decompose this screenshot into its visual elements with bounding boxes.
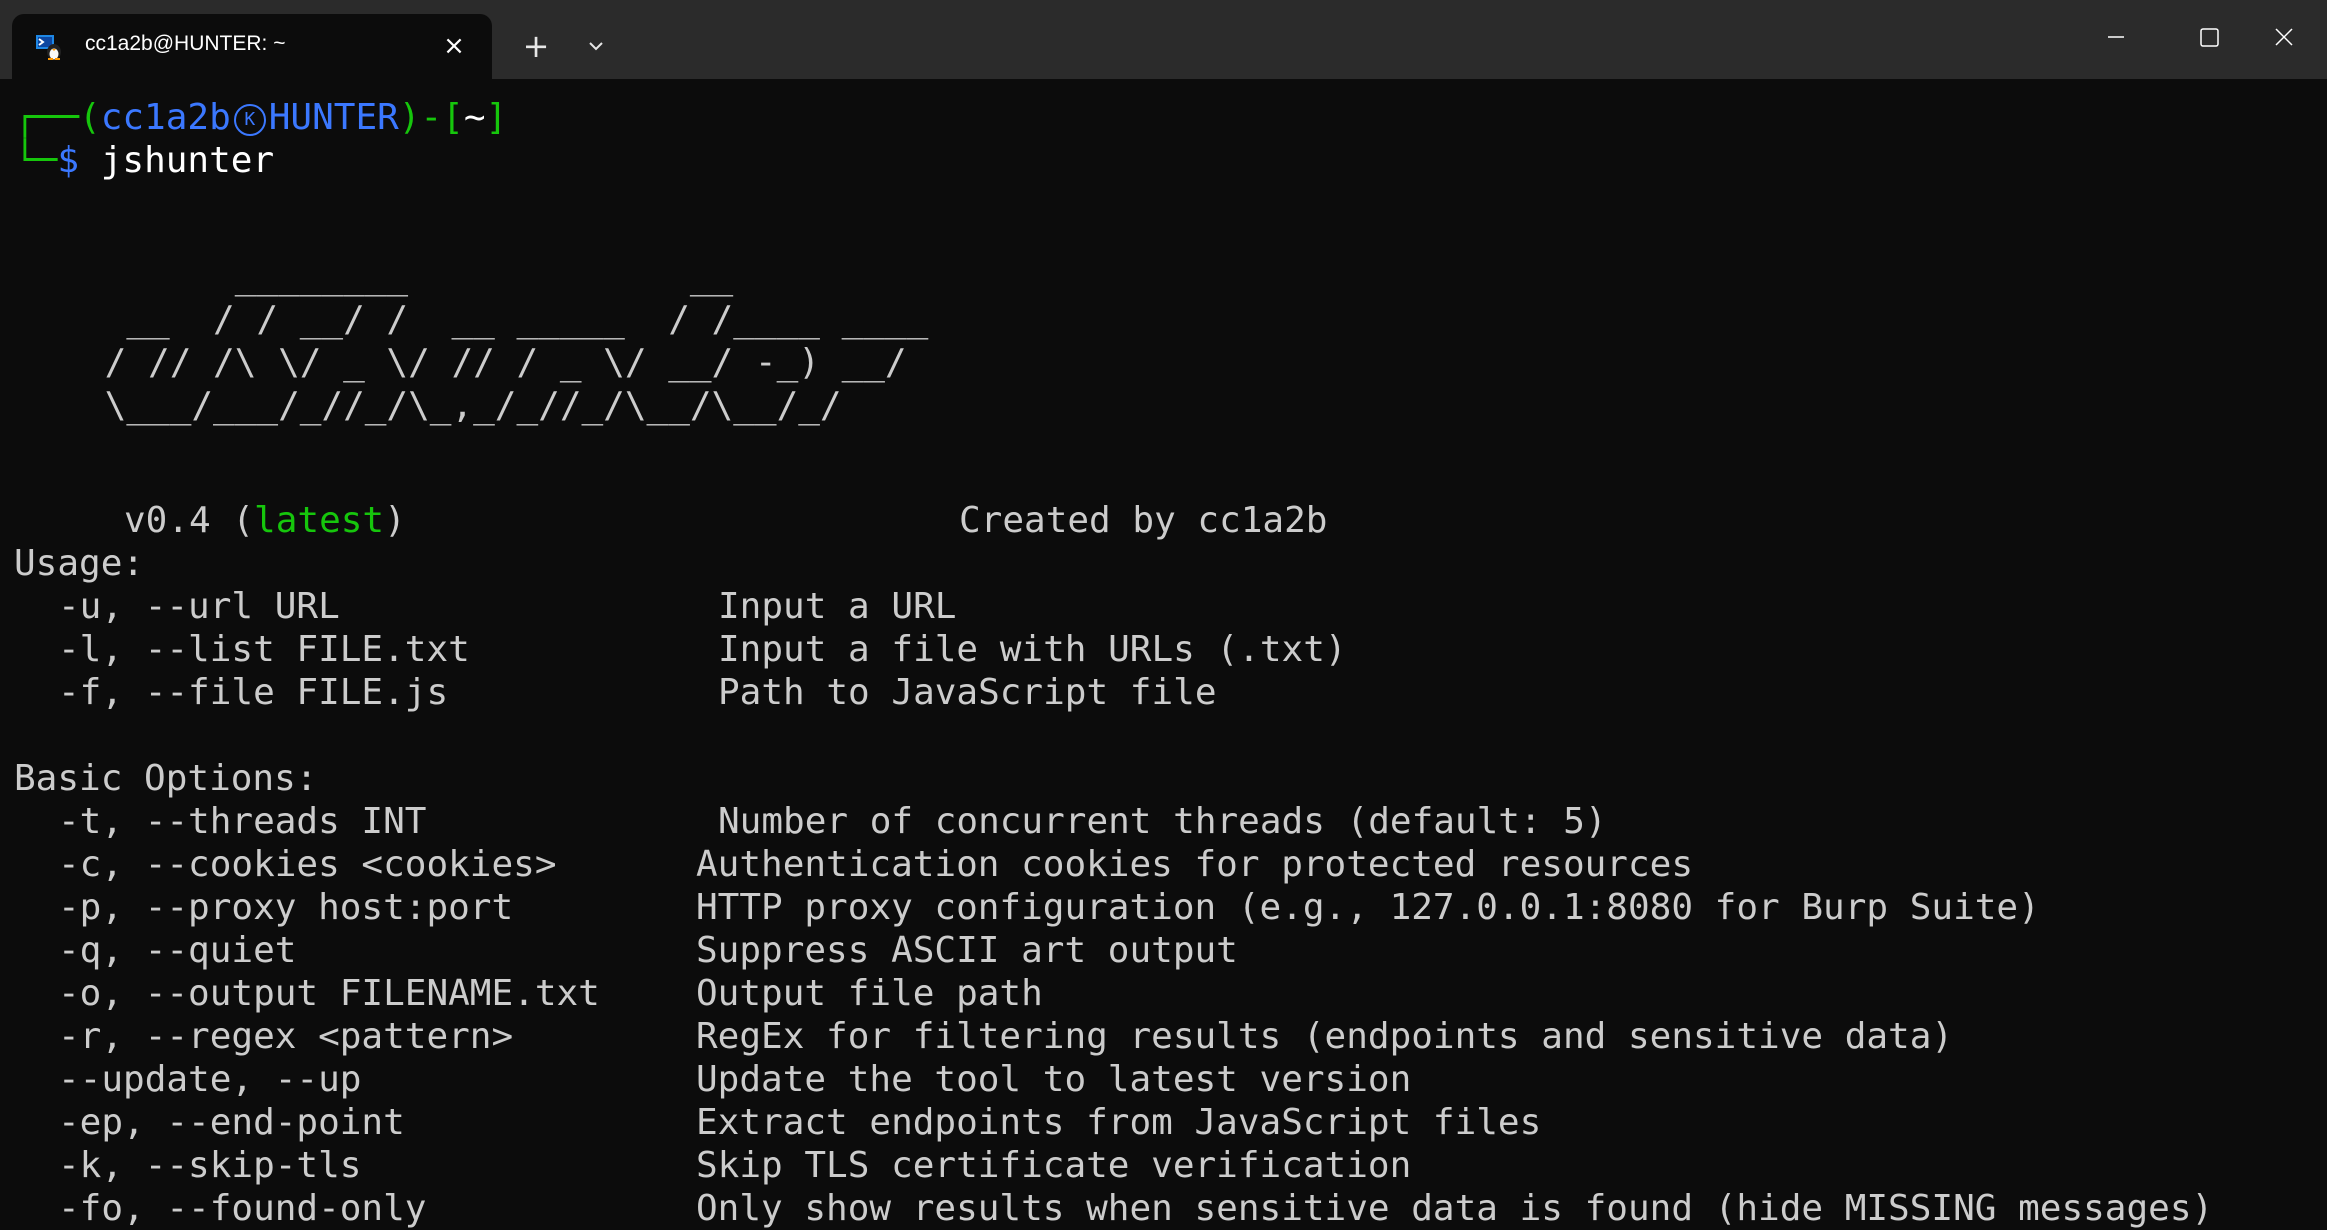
option-flag: -fo, --found-only [58,1188,427,1229]
minimize-button[interactable] [2070,0,2162,75]
close-icon: × [443,31,465,61]
option-flag: -o, --output FILENAME.txt [58,973,600,1014]
option-desc: Skip TLS certificate verification [696,1145,1412,1186]
option-desc: Update the tool to latest version [696,1059,1412,1100]
terminal-window: cc1a2b@HUNTER: ~ × + ┌──(cc1a2b K HUNTER… [0,0,2327,1229]
version-line: v0.4 (latest) [124,499,406,542]
ascii-art-line: ________ __ [83,256,734,297]
close-icon [2275,28,2293,46]
title-bar: cc1a2b@HUNTER: ~ × + [0,0,2327,79]
option-flag: -k, --skip-tls [58,1145,362,1186]
prompt-line-1: ┌──(cc1a2b K HUNTER)-[~] [14,96,507,139]
prompt-corner-bottom: └─ [14,140,58,181]
tab-dropdown-button[interactable] [576,26,616,66]
kali-separator-icon: K [233,104,266,136]
close-window-button[interactable] [2254,0,2327,75]
option-flag: -c, --cookies <cookies> [58,844,557,885]
maximize-button[interactable] [2162,0,2254,75]
prompt-cwd: ~ [463,97,486,138]
prompt-user: cc1a2b [100,97,231,138]
option-flag: -f, --file FILE.js [58,672,449,713]
maximize-icon [2200,28,2219,47]
option-desc: RegEx for filtering results (endpoints a… [696,1016,1954,1057]
close-tab-button[interactable]: × [436,28,472,64]
option-flag: -ep, --end-point [58,1102,405,1143]
minimize-icon [2108,36,2124,38]
version-tag: latest [254,500,385,541]
option-desc: Input a URL [718,586,957,627]
tab-title: cc1a2b@HUNTER: ~ [85,32,286,55]
option-desc: Suppress ASCII art output [696,930,1238,971]
prompt-close-paren: )-[ [398,97,464,138]
option-desc: Output file path [696,973,1043,1014]
prompt-host: HUNTER [268,97,399,138]
option-desc: Number of concurrent threads (default: 5… [718,801,1607,842]
ascii-art-line: __ / / __/ / __ _____ / /____ ____ [83,299,929,340]
chevron-down-icon [589,42,603,51]
option-flag: -u, --url URL [58,586,340,627]
option-desc: Authentication cookies for protected res… [696,844,1693,885]
new-tab-button[interactable]: + [516,26,556,66]
option-flag: --update, --up [58,1059,362,1100]
usage-header: Usage: [14,543,145,584]
option-desc: Only show results when sensitive data is… [696,1188,2214,1229]
option-flag: -l, --list FILE.txt [58,629,470,670]
tab-terminal[interactable]: cc1a2b@HUNTER: ~ × [12,14,492,79]
basic-options-header: Basic Options: [14,758,318,799]
terminal-output[interactable]: ┌──(cc1a2b K HUNTER)-[~] └─$ jshunter ____… [0,79,2327,1229]
ascii-art-line: \___/___/_//_/\_,_/_//_/\__/\__/_/ [83,385,842,426]
option-flag: -r, --regex <pattern> [58,1016,514,1057]
prompt-corner-top: ┌──( [14,97,101,138]
command-text: jshunter [100,140,275,181]
credit-text: Created by cc1a2b [959,500,1328,541]
version-close: ) [384,500,406,541]
option-flag: -t, --threads INT [58,801,427,842]
version-text: v0.4 ( [124,500,255,541]
option-desc: Input a file with URLs (.txt) [718,629,1347,670]
prompt-line-2: └─$ jshunter [14,139,274,182]
option-desc: HTTP proxy configuration (e.g., 127.0.0.… [696,887,2040,928]
terminal-penguin-icon [34,31,64,61]
prompt-dollar: $ [57,140,80,181]
option-desc: Extract endpoints from JavaScript files [696,1102,1542,1143]
prompt-close-bracket: ] [485,97,508,138]
option-flag: -p, --proxy host:port [58,887,514,928]
option-desc: Path to JavaScript file [718,672,1217,713]
plus-icon: + [522,27,550,65]
option-flag: -q, --quiet [58,930,297,971]
ascii-art-line: / // /\ \/ _ \/ // / _ \/ __/ -_) __/ [83,342,907,383]
